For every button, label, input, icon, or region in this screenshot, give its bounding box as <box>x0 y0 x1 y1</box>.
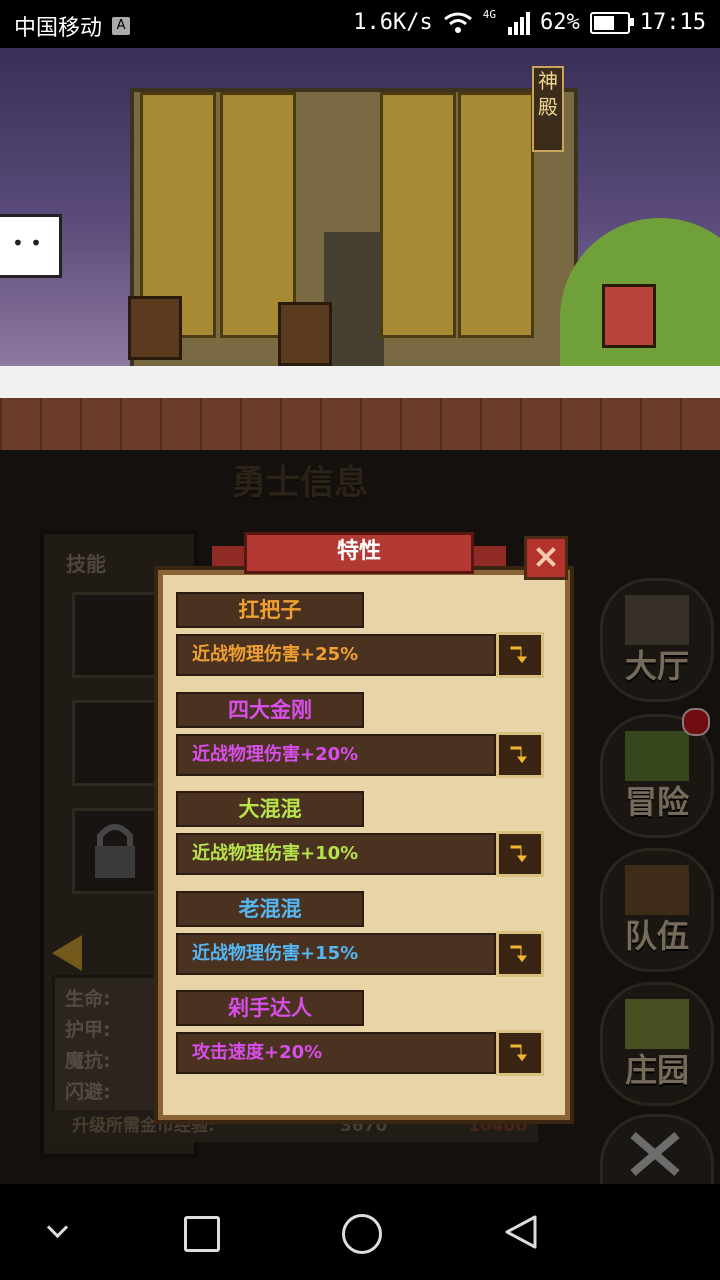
upgrade-arrow-icon <box>509 645 529 665</box>
status-bar: 中国移动 A 1.6K/s 4G 62% 17:15 <box>0 0 720 48</box>
wifi-icon <box>443 12 472 33</box>
upgrade-arrow-icon <box>509 745 529 765</box>
trait-name: 老混混 <box>176 891 364 927</box>
upgrade-trait-button[interactable] <box>496 831 544 877</box>
home-button[interactable] <box>342 1214 382 1254</box>
totem-pole <box>380 92 456 338</box>
temple-sign: 神殿 <box>532 66 564 152</box>
battery-percent: 62% <box>540 10 580 35</box>
battery-fill <box>593 15 614 30</box>
close-button[interactable] <box>524 536 568 580</box>
recents-button[interactable] <box>184 1216 220 1252</box>
network-type: 4G <box>482 8 497 21</box>
game-scene: • • <box>0 48 720 368</box>
upgrade-arrow-icon <box>509 844 529 864</box>
snow-ground <box>0 366 720 398</box>
network-speed: 1.6K/s <box>353 10 433 35</box>
status-left: 中国移动 A <box>14 10 131 42</box>
carrier-name: 中国移动 <box>14 16 103 41</box>
upgrade-trait-button[interactable] <box>496 931 544 977</box>
trait-effect: 攻击速度+20% <box>176 1032 496 1074</box>
battery-icon <box>589 11 634 34</box>
trait-effect: 近战物理伤害+10% <box>176 833 496 875</box>
trait-name: 扛把子 <box>176 592 364 628</box>
speech-bubble: • • <box>0 214 62 278</box>
trait-effect: 近战物理伤害+25% <box>176 634 496 676</box>
hero-character[interactable] <box>128 296 182 360</box>
trait-effect: 近战物理伤害+15% <box>176 933 496 975</box>
signal-icon <box>508 11 531 35</box>
upgrade-arrow-icon <box>509 1043 529 1063</box>
totem-pole <box>458 92 534 338</box>
dirt-ground <box>0 398 720 450</box>
enemy-character[interactable] <box>602 284 656 348</box>
status-right: 1.6K/s 4G 62% 17:15 <box>353 8 706 35</box>
upgrade-trait-button[interactable] <box>496 732 544 778</box>
hero-character[interactable] <box>278 302 332 366</box>
upgrade-trait-button[interactable] <box>496 632 544 678</box>
trait-effect: 近战物理伤害+20% <box>176 734 496 776</box>
carrier-badge: A <box>112 17 131 35</box>
trait-name: 四大金刚 <box>176 692 364 728</box>
back-button[interactable] <box>504 1214 538 1250</box>
upgrade-arrow-icon <box>509 944 529 964</box>
trait-name: 大混混 <box>176 791 364 827</box>
trait-name: 剁手达人 <box>176 990 364 1026</box>
clock: 17:15 <box>639 10 706 35</box>
modal-title: 特性 <box>244 532 474 574</box>
temple-door <box>324 232 384 368</box>
upgrade-trait-button[interactable] <box>496 1030 544 1076</box>
